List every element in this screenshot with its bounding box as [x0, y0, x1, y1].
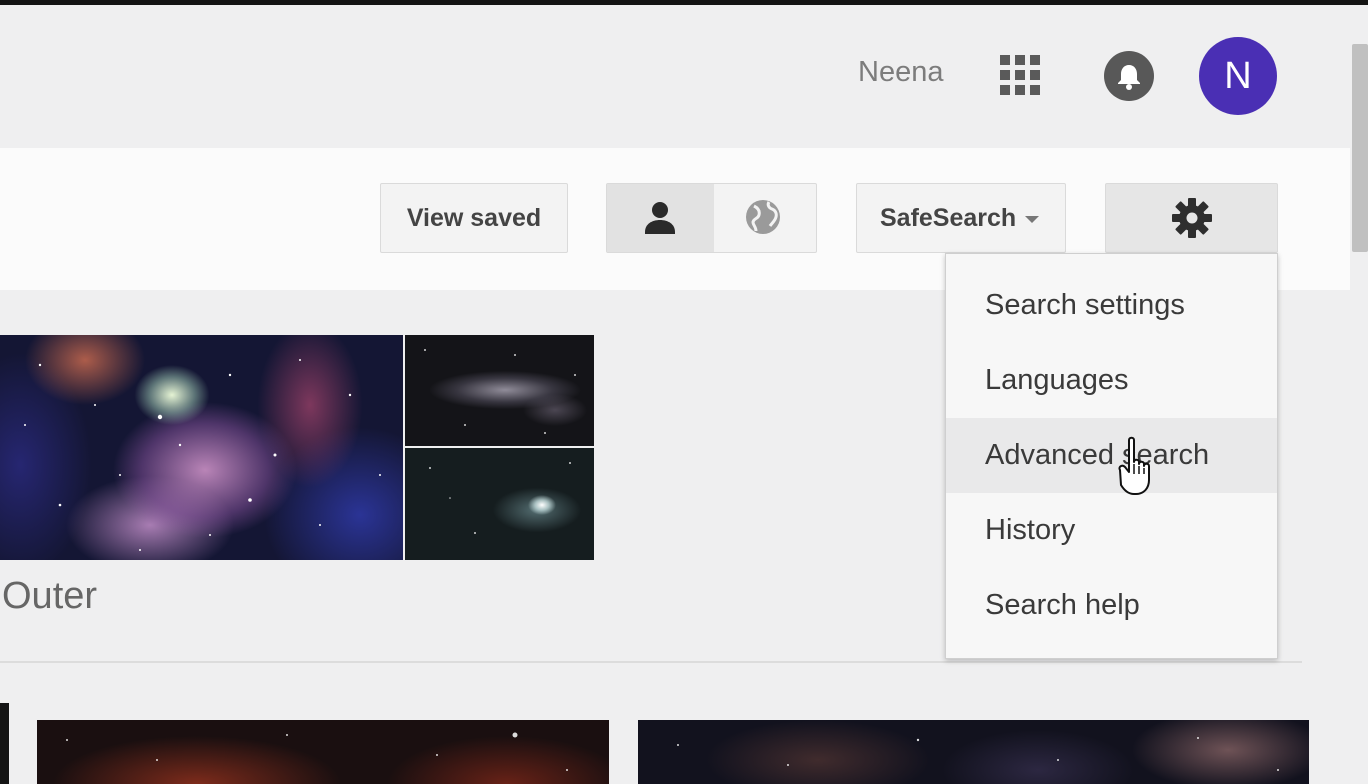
scrollbar-thumb[interactable] — [1352, 44, 1368, 252]
personal-results-button[interactable] — [607, 184, 714, 252]
safesearch-dropdown[interactable]: SafeSearch — [856, 183, 1066, 253]
chevron-down-icon — [1025, 215, 1040, 223]
image-result-spiral-galaxy[interactable] — [405, 448, 594, 560]
globe-icon — [746, 200, 780, 234]
menu-item-search-settings[interactable]: Search settings — [946, 268, 1277, 343]
menu-item-advanced-search[interactable]: Advanced search — [946, 418, 1277, 493]
view-saved-label: View saved — [406, 203, 542, 232]
settings-menu: Search settings Languages Advanced searc… — [945, 253, 1278, 659]
image-result-red-nebula[interactable] — [37, 720, 609, 784]
stars-overlay — [429, 462, 571, 534]
section-divider — [0, 661, 1302, 663]
stars-overlay — [66, 732, 568, 771]
collection-caption[interactable]: Outer — [2, 575, 97, 618]
safesearch-label: SafeSearch — [880, 203, 1017, 232]
notifications-button[interactable] — [1104, 51, 1154, 101]
global-results-button[interactable] — [714, 184, 816, 252]
image-result-nebula[interactable] — [0, 335, 403, 560]
bell-icon — [1118, 65, 1140, 90]
view-saved-button[interactable]: View saved — [380, 183, 568, 253]
stars-overlay — [424, 349, 576, 434]
avatar[interactable]: N — [1199, 37, 1277, 115]
gear-icon — [1171, 198, 1212, 238]
apps-grid-icon[interactable] — [1000, 55, 1041, 96]
results-scope-toggle — [606, 183, 817, 253]
menu-item-search-help[interactable]: Search help — [946, 568, 1277, 643]
stars-overlay — [24, 359, 381, 551]
settings-button[interactable] — [1105, 183, 1278, 253]
person-icon — [645, 202, 675, 234]
image-result-edge — [0, 703, 9, 784]
image-result-galaxy-band[interactable] — [405, 335, 594, 446]
image-result-star-field[interactable] — [638, 720, 1309, 784]
stars-overlay — [677, 737, 1279, 771]
menu-item-languages[interactable]: Languages — [946, 343, 1277, 418]
user-name[interactable]: Neena — [858, 56, 943, 89]
hand-cursor-icon — [1118, 436, 1150, 495]
menu-item-history[interactable]: History — [946, 493, 1277, 568]
